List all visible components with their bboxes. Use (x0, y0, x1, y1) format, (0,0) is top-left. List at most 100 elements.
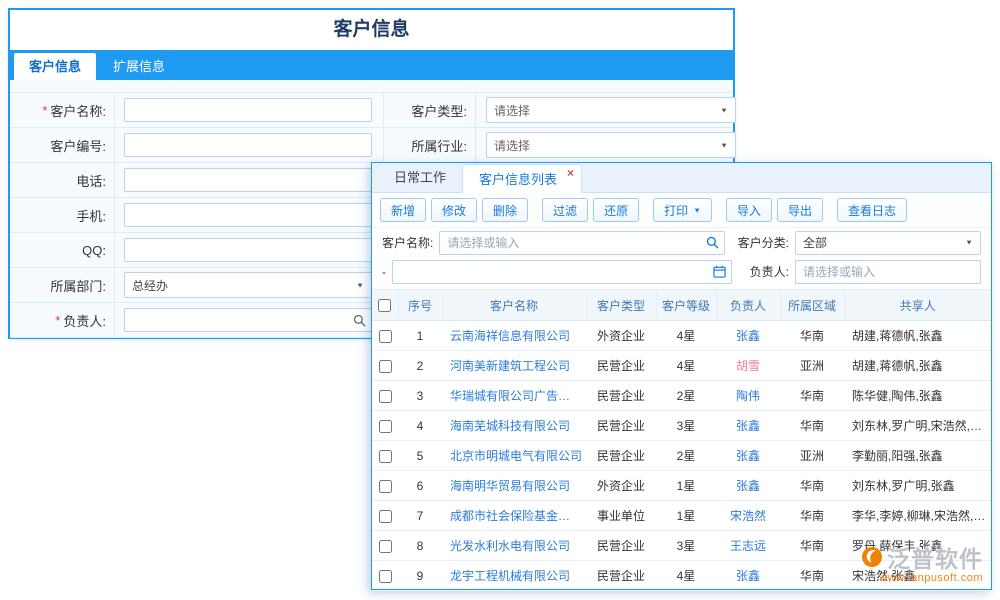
owner-link[interactable]: 张鑫 (716, 441, 780, 471)
list-tab-bar: 日常工作 客户信息列表 × (372, 163, 991, 193)
industry-select[interactable]: 请选择 ▼ (486, 132, 736, 158)
mobile-input[interactable] (124, 203, 372, 227)
table-row[interactable]: 1 云南海祥信息有限公司 外资企业 4星 张鑫 华南 胡建,蒋德帆,张鑫 (372, 321, 991, 351)
mobile-label: 手机: (76, 206, 106, 225)
table-row[interactable]: 5 北京市明城电气有限公司 民营企业 2星 张鑫 亚洲 李勤丽,阳强,张鑫 (372, 441, 991, 471)
owner-link[interactable]: 王志远 (716, 531, 780, 561)
qq-label: QQ: (82, 243, 106, 258)
table-row[interactable]: 7 成都市社会保险基金管理… 事业单位 1星 宋浩然 华南 李华,李婷,柳琳,宋… (372, 501, 991, 531)
shared-people-cell: 刘东林,罗广明,宋浩然,张鑫 (844, 411, 991, 441)
owner-link[interactable]: 张鑫 (716, 471, 780, 501)
customer-level-cell: 3星 (656, 411, 716, 441)
customer-name-link[interactable]: 华瑞城有限公司广告设计部 (442, 381, 586, 411)
row-index: 6 (398, 471, 442, 501)
row-checkbox[interactable] (379, 420, 392, 433)
tab-daily-work[interactable]: 日常工作 (378, 163, 462, 192)
chevron-down-icon: ▼ (356, 281, 364, 289)
owner-link[interactable]: 陶伟 (716, 381, 780, 411)
toolbar-button[interactable]: 打印 ▼ (653, 198, 712, 222)
owner-picker-input[interactable] (124, 308, 372, 332)
row-index: 5 (398, 441, 442, 471)
customer-level-cell: 2星 (656, 441, 716, 471)
owner-link[interactable]: 张鑫 (716, 411, 780, 441)
table-row[interactable]: 2 河南美新建筑工程公司 民营企业 4星 胡雪 亚洲 胡建,蒋德帆,张鑫 (372, 351, 991, 381)
customer-level-cell: 1星 (656, 501, 716, 531)
table-row[interactable]: 6 海南明华贸易有限公司 外资企业 1星 张鑫 华南 刘东林,罗广明,张鑫 (372, 471, 991, 501)
row-checkbox[interactable] (379, 450, 392, 463)
search-icon[interactable] (353, 314, 366, 327)
customer-type-cell: 民营企业 (586, 381, 656, 411)
department-label: 所属部门: (50, 276, 106, 295)
toolbar-button[interactable]: 过滤 ▼ (542, 198, 588, 222)
shared-people-cell: 胡建,蒋德帆,张鑫 (844, 351, 991, 381)
row-index: 8 (398, 531, 442, 561)
filter-row-2: - 负责人: (372, 257, 991, 286)
row-checkbox[interactable] (379, 540, 392, 553)
region-cell: 华南 (780, 471, 844, 501)
row-checkbox[interactable] (379, 570, 392, 583)
screen: 客户信息 客户信息 扩展信息 * 客户名称: 客户类型: 请选择 ▼ (0, 0, 1000, 600)
customer-name-link[interactable]: 云南海祥信息有限公司 (442, 321, 586, 351)
row-index: 4 (398, 411, 442, 441)
customer-category-select[interactable]: 全部 ▼ (795, 231, 981, 255)
department-select[interactable]: 总经办 ▼ (124, 272, 372, 298)
row-checkbox[interactable] (379, 480, 392, 493)
customer-name-input[interactable] (124, 98, 372, 122)
row-index: 9 (398, 561, 442, 591)
toolbar-button[interactable]: 导入 ▼ (726, 198, 772, 222)
owner-link[interactable]: 宋浩然 (716, 501, 780, 531)
toolbar-button[interactable]: 新增 ▼ (380, 198, 426, 222)
customer-type-label: 客户类型: (384, 93, 476, 127)
date-filter-input[interactable] (392, 260, 732, 284)
customer-name-link[interactable]: 海南明华贸易有限公司 (442, 471, 586, 501)
toolbar-button[interactable]: 导出 ▼ (777, 198, 823, 222)
customer-name-link[interactable]: 龙宇工程机械有限公司 (442, 561, 586, 591)
owner-link[interactable]: 张鑫 (716, 321, 780, 351)
phone-input[interactable] (124, 168, 372, 192)
date-range-separator: - (382, 265, 386, 279)
customer-name-filter-input[interactable] (439, 231, 725, 255)
qq-input[interactable] (124, 238, 372, 262)
shared-people-cell: 宋浩然,张鑫 (844, 561, 991, 591)
tab-extended-info[interactable]: 扩展信息 (98, 53, 180, 80)
col-owner: 负责人 (716, 290, 780, 321)
shared-people-cell: 李勤丽,阳强,张鑫 (844, 441, 991, 471)
customer-code-input[interactable] (124, 133, 372, 157)
owner-filter-input[interactable] (795, 260, 981, 284)
chevron-down-icon: ▼ (720, 106, 728, 114)
calendar-icon[interactable] (713, 265, 726, 278)
tab-customer-info[interactable]: 客户信息 (14, 53, 96, 80)
customer-type-cell: 民营企业 (586, 561, 656, 591)
customer-name-link[interactable]: 光发水利水电有限公司 (442, 531, 586, 561)
toolbar-button[interactable]: 还原 ▼ (593, 198, 639, 222)
customer-name-link[interactable]: 成都市社会保险基金管理… (442, 501, 586, 531)
search-icon[interactable] (706, 236, 719, 249)
toolbar-button[interactable]: 修改 ▼ (431, 198, 477, 222)
customer-level-cell: 1星 (656, 471, 716, 501)
customer-name-link[interactable]: 海南芜城科技有限公司 (442, 411, 586, 441)
customer-code-label: 客户编号: (50, 136, 106, 155)
table-row[interactable]: 4 海南芜城科技有限公司 民营企业 3星 张鑫 华南 刘东林,罗广明,宋浩然,张… (372, 411, 991, 441)
row-checkbox[interactable] (379, 360, 392, 373)
toolbar-button[interactable]: 删除 ▼ (482, 198, 528, 222)
row-checkbox[interactable] (379, 390, 392, 403)
owner-link[interactable]: 胡雪 (716, 351, 780, 381)
required-asterisk: * (55, 313, 60, 328)
table-row[interactable]: 9 龙宇工程机械有限公司 民营企业 4星 张鑫 华南 宋浩然,张鑫 (372, 561, 991, 591)
tab-customer-list[interactable]: 客户信息列表 × (462, 164, 582, 193)
customer-level-cell: 2星 (656, 381, 716, 411)
table-row[interactable]: 3 华瑞城有限公司广告设计部 民营企业 2星 陶伟 华南 陈华健,陶伟,张鑫 (372, 381, 991, 411)
form-row-customer-code: 客户编号: 所属行业: 请选择 ▼ (10, 128, 733, 163)
chevron-down-icon: ▼ (720, 141, 728, 149)
close-tab-icon[interactable]: × (567, 166, 574, 180)
customer-type-select[interactable]: 请选择 ▼ (486, 97, 736, 123)
table-row[interactable]: 8 光发水利水电有限公司 民营企业 3星 王志远 华南 罗丹,薛保丰,张鑫 (372, 531, 991, 561)
region-cell: 亚洲 (780, 351, 844, 381)
row-checkbox[interactable] (379, 510, 392, 523)
customer-name-link[interactable]: 河南美新建筑工程公司 (442, 351, 586, 381)
select-all-checkbox[interactable] (378, 299, 391, 312)
customer-name-link[interactable]: 北京市明城电气有限公司 (442, 441, 586, 471)
toolbar-button[interactable]: 查看日志 ▼ (837, 198, 907, 222)
row-checkbox[interactable] (379, 330, 392, 343)
owner-link[interactable]: 张鑫 (716, 561, 780, 591)
